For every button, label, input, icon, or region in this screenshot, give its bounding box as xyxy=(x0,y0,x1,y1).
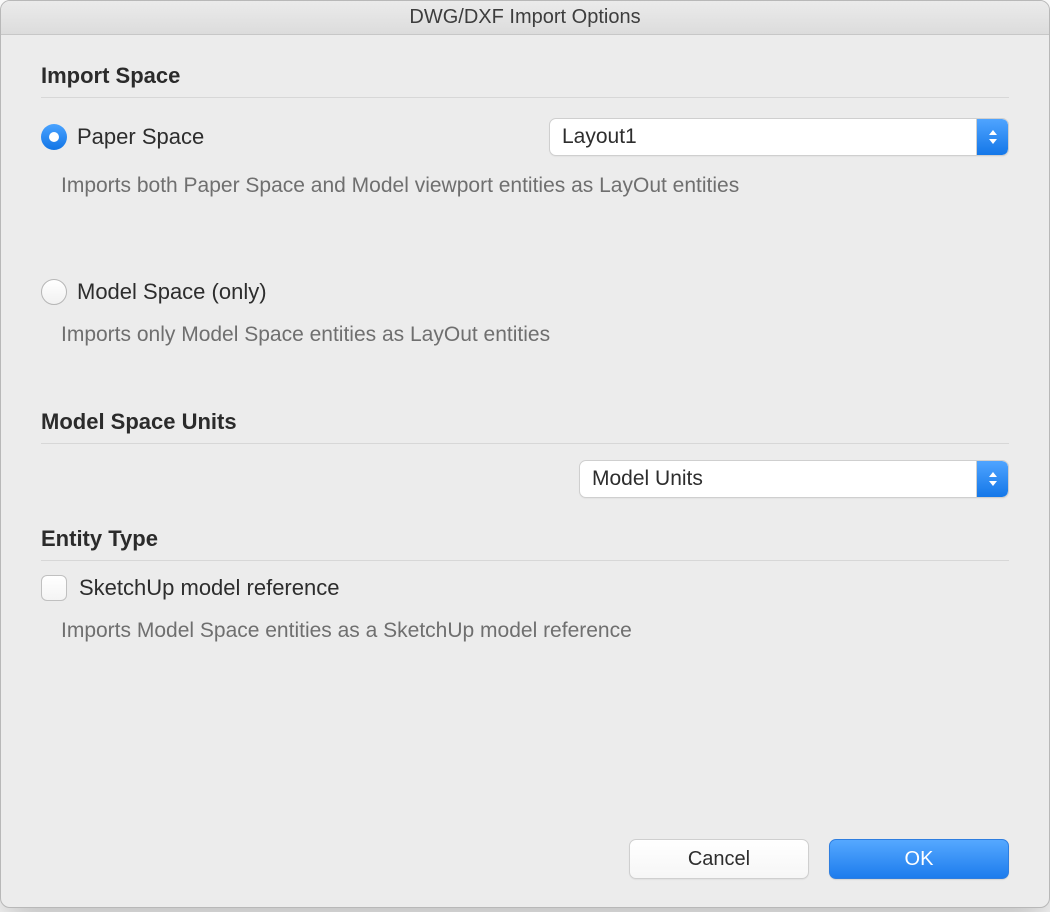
cancel-button[interactable]: Cancel xyxy=(629,839,809,879)
ok-button[interactable]: OK xyxy=(829,839,1009,879)
paper-space-description: Imports both Paper Space and Model viewp… xyxy=(41,172,1009,199)
window-title: DWG/DXF Import Options xyxy=(409,6,640,29)
model-space-radio[interactable] xyxy=(41,279,67,305)
layout-select-value: Layout1 xyxy=(550,119,976,155)
paper-space-row: Paper Space Layout1 xyxy=(41,98,1009,156)
sketchup-ref-row: SketchUp model reference xyxy=(41,561,1009,601)
paper-space-radio-group[interactable]: Paper Space xyxy=(41,124,204,150)
up-down-arrows-icon xyxy=(987,471,999,487)
layout-select-arrows[interactable] xyxy=(976,119,1008,155)
model-units-select-arrows[interactable] xyxy=(976,461,1008,497)
dialog-content: Import Space Paper Space Layout1 Imports… xyxy=(1,35,1049,664)
dialog-buttons: Cancel OK xyxy=(629,839,1009,879)
sketchup-ref-label: SketchUp model reference xyxy=(79,575,339,601)
model-space-description: Imports only Model Space entities as Lay… xyxy=(41,321,1009,348)
cancel-button-label: Cancel xyxy=(688,848,750,871)
model-space-row: Model Space (only) xyxy=(41,259,1009,305)
title-bar: DWG/DXF Import Options xyxy=(1,1,1049,35)
sketchup-ref-description: Imports Model Space entities as a Sketch… xyxy=(41,617,1009,644)
entity-type-heading: Entity Type xyxy=(41,526,1009,561)
layout-select[interactable]: Layout1 xyxy=(549,118,1009,156)
model-space-label: Model Space (only) xyxy=(77,279,267,305)
paper-space-radio[interactable] xyxy=(41,124,67,150)
model-space-radio-group[interactable]: Model Space (only) xyxy=(41,279,267,305)
model-units-select[interactable]: Model Units xyxy=(579,460,1009,498)
paper-space-label: Paper Space xyxy=(77,124,204,150)
model-space-units-heading: Model Space Units xyxy=(41,409,1009,444)
up-down-arrows-icon xyxy=(987,129,999,145)
model-units-row: Model Units xyxy=(41,444,1009,498)
ok-button-label: OK xyxy=(905,848,934,871)
model-units-select-value: Model Units xyxy=(580,461,976,497)
sketchup-ref-checkbox[interactable] xyxy=(41,575,67,601)
dialog-window: DWG/DXF Import Options Import Space Pape… xyxy=(0,0,1050,908)
import-space-heading: Import Space xyxy=(41,63,1009,98)
